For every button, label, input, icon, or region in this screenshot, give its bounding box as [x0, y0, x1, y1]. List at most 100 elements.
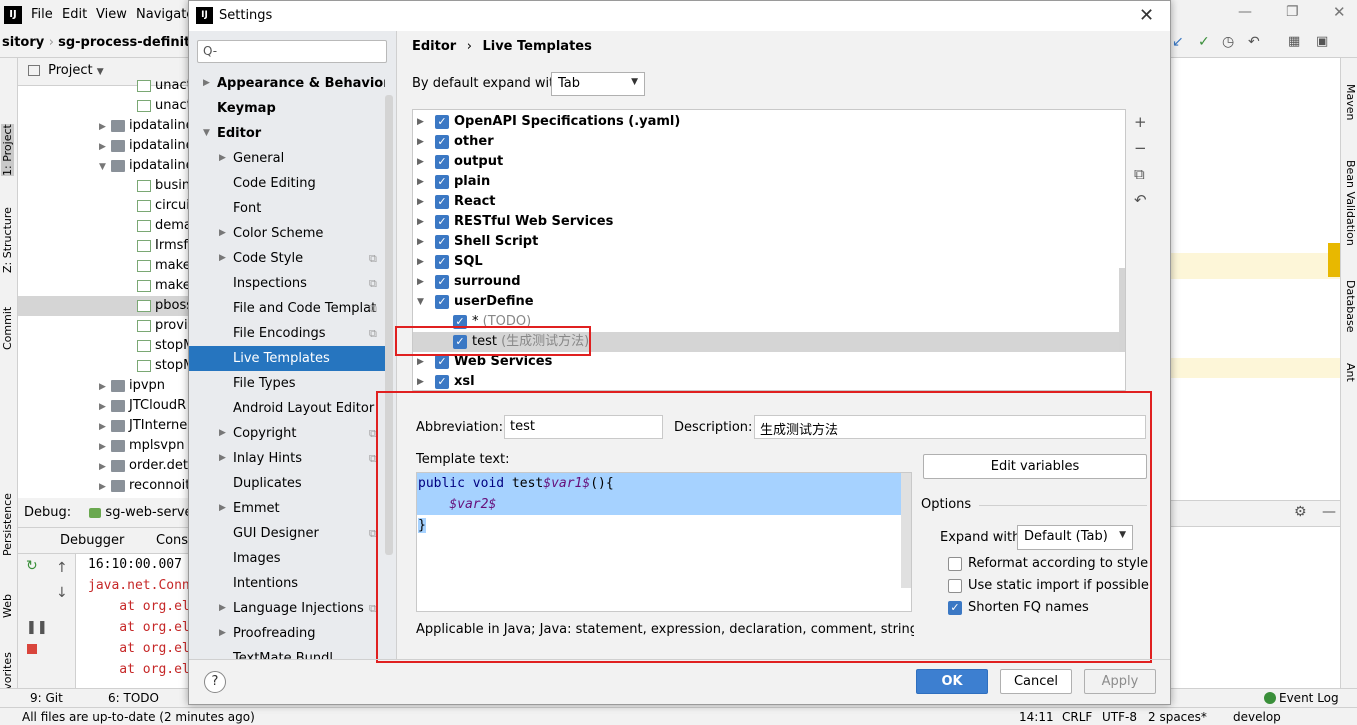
stop-icon[interactable] — [27, 644, 37, 654]
help-button[interactable]: ? — [204, 671, 226, 693]
tree-item[interactable]: stopM — [137, 356, 194, 376]
sidebar-item-android-layout-editor[interactable]: Android Layout Editor — [189, 396, 385, 421]
tree-item[interactable]: ▶ order.det — [99, 456, 188, 476]
tool-tab-event-log[interactable]: Event Log — [1279, 691, 1339, 705]
tab-console[interactable]: Conso — [156, 533, 190, 548]
chevron-right-icon[interactable]: ▶ — [99, 477, 111, 497]
chevron-right-icon[interactable]: ▶ — [219, 596, 226, 621]
template-checkbox[interactable]: ✓ — [435, 195, 449, 209]
sidebar-item-editor[interactable]: ▼ Editor — [189, 121, 385, 146]
sidebar-item-inlay-hints[interactable]: ▶ Inlay Hints ⧉ — [189, 446, 385, 471]
tool-tab-maven[interactable]: Maven — [1344, 84, 1357, 120]
template-group-row[interactable]: ▶ ✓ output — [413, 152, 1125, 172]
chevron-right-icon[interactable]: ▶ — [219, 496, 226, 521]
project-structure-icon[interactable]: ▦ — [1288, 34, 1300, 49]
tree-item[interactable]: stopM — [137, 336, 194, 356]
template-checkbox[interactable]: ✓ — [435, 295, 449, 309]
chevron-right-icon[interactable]: ▶ — [99, 377, 111, 397]
chevron-down-icon[interactable]: ▼ — [99, 157, 111, 177]
chevron-right-icon[interactable]: ▶ — [417, 152, 424, 172]
tree-item[interactable]: ▼ ipdataline — [99, 156, 194, 176]
template-group-row[interactable]: ▶ ✓ other — [413, 132, 1125, 152]
chevron-right-icon[interactable]: ▶ — [417, 232, 424, 252]
debug-config-tab[interactable]: sg-web-server — [105, 505, 190, 520]
sidebar-item-proofreading[interactable]: ▶ Proofreading — [189, 621, 385, 646]
template-checkbox[interactable]: ✓ — [435, 235, 449, 249]
sidebar-item-code-style[interactable]: ▶ Code Style ⧉ — [189, 246, 385, 271]
template-group-row[interactable]: ▶ ✓ xsl — [413, 372, 1125, 390]
tool-tab-bean-validation[interactable]: Bean Validation — [1344, 160, 1357, 246]
tree-item[interactable]: Irmsfi — [137, 236, 192, 256]
add-template-icon[interactable]: + — [1134, 113, 1147, 131]
chevron-right-icon[interactable]: ▶ — [219, 421, 226, 446]
chevron-right-icon[interactable]: ▶ — [219, 621, 226, 646]
pause-icon[interactable]: ❚❚ — [26, 620, 48, 635]
tree-item[interactable]: ▶ JTCloudR — [99, 396, 186, 416]
run-anything-icon[interactable]: ▣ — [1316, 34, 1328, 49]
menu-file[interactable]: File — [31, 7, 53, 22]
template-checkbox[interactable]: ✓ — [435, 155, 449, 169]
template-group-row[interactable]: ▶ ✓ React — [413, 192, 1125, 212]
tree-item[interactable]: ▶ ipdataline — [99, 136, 194, 156]
step-down-icon[interactable]: ↓ — [56, 585, 68, 601]
template-checkbox[interactable]: ✓ — [435, 215, 449, 229]
step-up-icon[interactable]: ↑ — [56, 560, 68, 576]
sidebar-item-emmet[interactable]: ▶ Emmet — [189, 496, 385, 521]
chevron-right-icon[interactable]: ▶ — [417, 252, 424, 272]
template-checkbox[interactable]: ✓ — [435, 375, 449, 389]
chevron-right-icon[interactable]: ▶ — [417, 212, 424, 232]
sidebar-item-textmate-bundl[interactable]: TextMate Bundl — [189, 646, 385, 659]
template-group-row[interactable]: ▶ ✓ RESTful Web Services — [413, 212, 1125, 232]
tool-tab-database[interactable]: Database — [1344, 280, 1357, 333]
template-checkbox[interactable]: ✓ — [435, 175, 449, 189]
menu-edit[interactable]: Edit — [62, 7, 87, 22]
project-header-label[interactable]: Project — [48, 63, 92, 78]
tool-tab-todo[interactable]: 6: TODO — [108, 691, 159, 705]
sidebar-item-intentions[interactable]: Intentions — [189, 571, 385, 596]
tree-item[interactable]: circuit — [137, 196, 195, 216]
template-group-row[interactable]: ▶ ✓ SQL — [413, 252, 1125, 272]
chevron-right-icon[interactable]: ▶ — [417, 272, 424, 292]
chevron-right-icon[interactable]: ▶ — [219, 446, 226, 471]
status-indent[interactable]: 2 spaces* — [1148, 710, 1207, 724]
sidebar-item-file-types[interactable]: File Types — [189, 371, 385, 396]
status-caret-position[interactable]: 14:11 — [1019, 710, 1054, 724]
tool-tab-persistence[interactable]: Persistence — [1, 493, 14, 556]
chevron-down-icon[interactable]: ▼ — [417, 292, 424, 312]
tool-tab-structure[interactable]: Z: Structure — [1, 207, 14, 273]
template-checkbox[interactable]: ✓ — [435, 135, 449, 149]
chevron-right-icon[interactable]: ▶ — [203, 71, 210, 96]
status-git-branch[interactable]: develop — [1233, 710, 1281, 724]
template-checkbox[interactable]: ✓ — [435, 275, 449, 289]
tree-item[interactable]: unacti — [137, 76, 195, 96]
template-checkbox[interactable]: ✓ — [435, 255, 449, 269]
sidebar-item-live-templates[interactable]: Live Templates — [189, 346, 385, 371]
template-checkbox[interactable]: ✓ — [435, 115, 449, 129]
tree-item[interactable]: ▶ ipdataline — [99, 116, 194, 136]
template-group-row[interactable]: ▼ ✓ userDefine — [413, 292, 1125, 312]
status-encoding[interactable]: UTF-8 — [1102, 710, 1137, 724]
sidebar-item-font[interactable]: Font — [189, 196, 385, 221]
chevron-right-icon[interactable]: ▶ — [417, 132, 424, 152]
template-group-row[interactable]: ▶ ✓ Shell Script — [413, 232, 1125, 252]
sidebar-item-code-editing[interactable]: Code Editing — [189, 171, 385, 196]
template-list-scrollbar[interactable] — [1119, 268, 1125, 352]
tool-tab-git[interactable]: 9: Git — [30, 691, 63, 705]
menu-view[interactable]: View — [96, 7, 127, 22]
tree-item[interactable]: provis — [137, 316, 194, 336]
sidebar-item-color-scheme[interactable]: ▶ Color Scheme — [189, 221, 385, 246]
history-icon[interactable]: ◷ — [1222, 34, 1234, 50]
apply-button[interactable]: Apply — [1084, 669, 1156, 694]
sidebar-item-duplicates[interactable]: Duplicates — [189, 471, 385, 496]
sidebar-item-keymap[interactable]: Keymap — [189, 96, 385, 121]
restore-icon[interactable]: ❐ — [1286, 4, 1299, 20]
minimize-icon[interactable]: — — [1238, 4, 1252, 20]
chevron-right-icon[interactable]: ▶ — [219, 221, 226, 246]
copy-template-icon[interactable]: ⧉ — [1134, 165, 1145, 183]
tool-tab-project[interactable]: 1: Project — [1, 124, 14, 176]
ok-button[interactable]: OK — [916, 669, 988, 694]
chevron-down-icon[interactable]: ▼ — [203, 121, 210, 146]
template-group-row[interactable]: ▶ ✓ plain — [413, 172, 1125, 192]
tool-tab-web[interactable]: Web — [1, 594, 14, 618]
tree-item[interactable]: makel — [137, 276, 194, 296]
